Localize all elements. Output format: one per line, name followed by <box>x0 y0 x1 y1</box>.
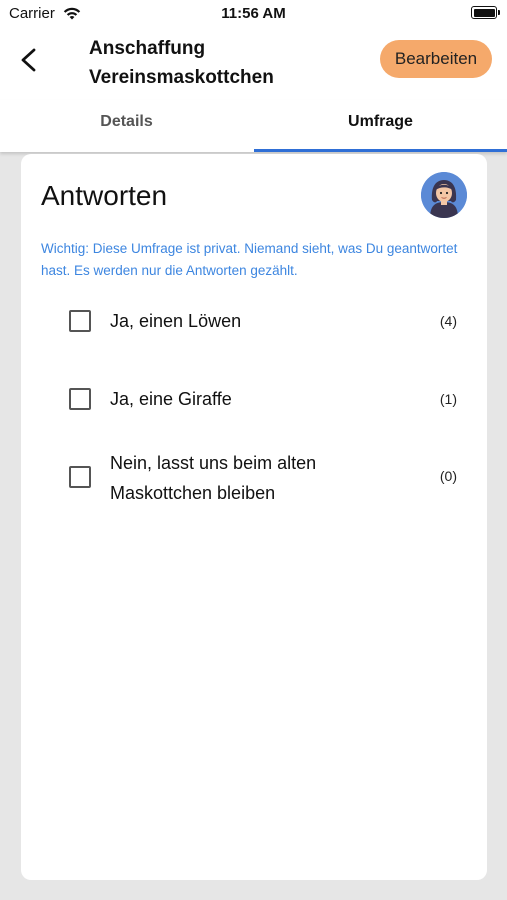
answers-card: Antworten Wichtig: Diese Umfrage ist pri… <box>21 154 487 880</box>
back-arrow-icon[interactable] <box>14 44 46 76</box>
edit-button[interactable]: Bearbeiten <box>380 40 492 78</box>
clock: 11:56 AM <box>221 5 286 22</box>
card-title: Antworten <box>41 180 168 211</box>
poll-option[interactable]: Ja, eine Giraffe (1) <box>21 382 487 416</box>
option-checkbox[interactable] <box>69 310 91 332</box>
status-bar: Carrier 11:56 AM <box>0 0 507 30</box>
active-tab-indicator <box>254 149 507 152</box>
option-count: (4) <box>439 313 457 329</box>
option-checkbox[interactable] <box>69 388 91 410</box>
screen: Carrier 11:56 AM Anschaffung Vereinsmask… <box>0 0 507 900</box>
header: Anschaffung Vereinsmaskottchen Bearbeite… <box>0 30 507 100</box>
tab-bar: Details Umfrage <box>0 100 507 152</box>
privacy-note: Wichtig: Diese Umfrage ist privat. Niema… <box>41 241 458 278</box>
page-title: Anschaffung Vereinsmaskottchen <box>89 38 274 88</box>
avatar-image <box>421 172 467 218</box>
battery-icon <box>471 6 500 19</box>
poll-option[interactable]: Ja, einen Löwen (4) <box>21 304 487 338</box>
option-label: Ja, eine Giraffe <box>110 389 232 409</box>
option-label: Ja, einen Löwen <box>110 311 242 331</box>
option-count: (1) <box>439 391 457 407</box>
tab-details[interactable]: Details <box>0 100 253 152</box>
tab-umfrage[interactable]: Umfrage <box>254 100 507 152</box>
poll-option[interactable]: Nein, lasst uns beim alten Maskottchen b… <box>21 448 487 512</box>
option-checkbox[interactable] <box>69 466 91 488</box>
option-count: (0) <box>439 468 457 484</box>
option-label: Nein, lasst uns beim alten Maskottchen b… <box>110 453 317 503</box>
user-avatar[interactable] <box>421 172 467 218</box>
